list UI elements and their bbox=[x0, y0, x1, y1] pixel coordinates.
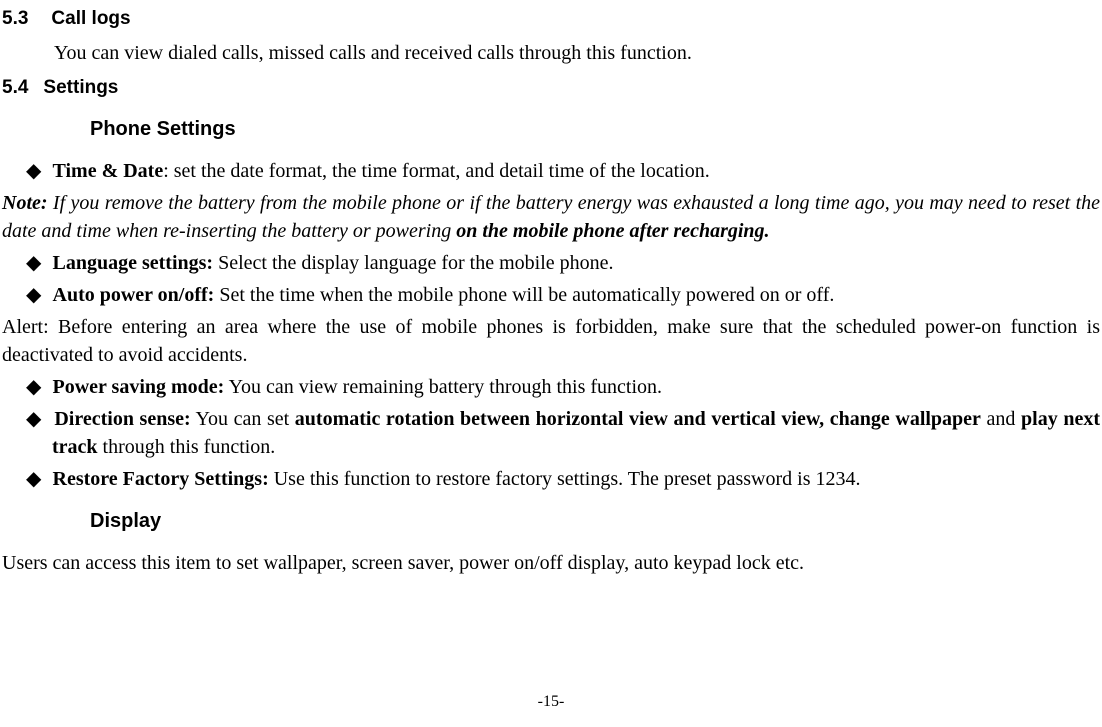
display-body: Users can access this item to set wallpa… bbox=[0, 549, 1102, 577]
phone-settings-heading: Phone Settings bbox=[90, 115, 1102, 143]
bullet-direction-sense: ◆ Direction sense: You can set automatic… bbox=[0, 405, 1102, 461]
diamond-icon: ◆ bbox=[26, 160, 53, 182]
auto-power-text: Set the time when the mobile phone will … bbox=[214, 284, 834, 306]
section-5.3-number: 5.3 bbox=[2, 8, 28, 29]
direction-text1: You can set bbox=[191, 408, 295, 430]
section-5.4-number: 5.4 bbox=[2, 77, 28, 98]
power-saving-text: You can view remaining battery through t… bbox=[224, 376, 662, 398]
bullet-time-date: ◆ Time & Date: set the date format, the … bbox=[0, 157, 1102, 185]
note-text: Note: If you remove the battery from the… bbox=[0, 189, 1102, 245]
time-date-label: Time & Date bbox=[53, 160, 164, 182]
section-5.3-title: Call logs bbox=[51, 8, 130, 29]
section-5.3-heading: 5.3 Call logs bbox=[0, 4, 1102, 33]
section-5.3-body: You can view dialed calls, missed calls … bbox=[0, 39, 1102, 67]
bullet-auto-power: ◆ Auto power on/off: Set the time when t… bbox=[0, 281, 1102, 309]
document-page: 5.3 Call logs You can view dialed calls,… bbox=[0, 0, 1102, 577]
auto-power-label: Auto power on/off: bbox=[53, 284, 215, 306]
restore-label: Restore Factory Settings: bbox=[53, 468, 269, 490]
alert-text: Alert: Before entering an area where the… bbox=[0, 313, 1102, 369]
language-label: Language settings: bbox=[53, 252, 214, 274]
direction-text2: and bbox=[981, 408, 1021, 430]
time-date-text: : set the date format, the time format, … bbox=[163, 160, 709, 182]
diamond-icon: ◆ bbox=[26, 376, 53, 398]
section-5.4-title: Settings bbox=[43, 77, 118, 98]
bullet-power-saving: ◆ Power saving mode: You can view remain… bbox=[0, 373, 1102, 401]
language-text: Select the display language for the mobi… bbox=[213, 252, 613, 274]
diamond-icon: ◆ bbox=[26, 284, 53, 306]
power-saving-label: Power saving mode: bbox=[53, 376, 225, 398]
direction-label: Direction sense: bbox=[54, 408, 190, 430]
direction-text3: through this function. bbox=[98, 436, 276, 458]
section-5.4-heading: 5.4 Settings bbox=[0, 73, 1102, 102]
bullet-language: ◆ Language settings: Select the display … bbox=[0, 249, 1102, 277]
note-body2: on the mobile phone after recharging. bbox=[456, 220, 769, 242]
page-number: -15- bbox=[0, 691, 1102, 713]
direction-bold1: automatic rotation between horizontal vi… bbox=[295, 408, 981, 430]
restore-text: Use this function to restore factory set… bbox=[269, 468, 861, 490]
diamond-icon: ◆ bbox=[26, 252, 53, 274]
diamond-icon: ◆ bbox=[26, 408, 54, 430]
note-prefix: Note: bbox=[2, 192, 48, 214]
bullet-restore: ◆ Restore Factory Settings: Use this fun… bbox=[0, 465, 1102, 493]
display-heading: Display bbox=[90, 507, 1102, 535]
diamond-icon: ◆ bbox=[26, 468, 53, 490]
